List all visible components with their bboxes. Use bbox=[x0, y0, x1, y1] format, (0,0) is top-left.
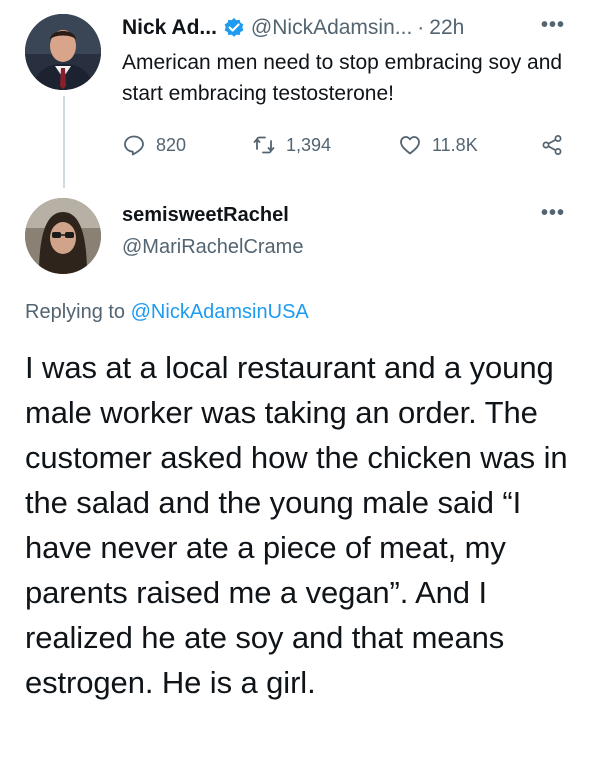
tweet2-more-options-icon[interactable]: ••• bbox=[541, 202, 565, 225]
replying-to-prefix: Replying to bbox=[25, 301, 126, 323]
reply-button[interactable]: 820 bbox=[122, 130, 186, 160]
share-icon bbox=[542, 135, 562, 155]
tweet1-more-options-icon[interactable]: ••• bbox=[541, 14, 565, 37]
tweet2-author-name[interactable]: semisweetRachel bbox=[122, 204, 289, 227]
heart-icon bbox=[400, 136, 420, 155]
avatar-portrait-image bbox=[25, 198, 101, 274]
avatar-nick[interactable] bbox=[25, 14, 101, 90]
tweet1-action-bar: 820 1,394 11.8K bbox=[122, 130, 572, 160]
retweet-icon bbox=[253, 136, 275, 154]
replying-to-line: Replying to @NickAdamsinUSA bbox=[25, 301, 309, 324]
retweet-count: 1,394 bbox=[286, 134, 332, 155]
tweet1-separator: · bbox=[417, 16, 425, 39]
verified-badge-icon bbox=[223, 17, 245, 39]
like-button[interactable]: 11.8K bbox=[398, 130, 478, 160]
like-count: 11.8K bbox=[432, 134, 478, 155]
thread-connector-line bbox=[63, 96, 65, 188]
tweet-original: Nick Ad... @NickAdamsin... · 22h ••• Ame… bbox=[0, 0, 599, 200]
tweet1-text: American men need to stop embracing soy … bbox=[122, 51, 563, 105]
retweet-button[interactable]: 1,394 bbox=[252, 130, 331, 160]
replying-to-mention-link[interactable]: @NickAdamsinUSA bbox=[131, 301, 309, 323]
tweet1-author-name[interactable]: Nick Ad... bbox=[122, 16, 217, 40]
tweet2-text: I was at a local restaurant and a young … bbox=[25, 350, 568, 700]
tweet2-handle[interactable]: @MariRachelCrame bbox=[122, 236, 303, 259]
avatar-portrait-image bbox=[25, 14, 101, 90]
tweet1-timestamp[interactable]: 22h bbox=[429, 16, 464, 40]
tweet1-header: Nick Ad... @NickAdamsin... · 22h bbox=[122, 14, 464, 42]
reply-icon bbox=[124, 135, 144, 156]
share-button[interactable] bbox=[540, 130, 574, 160]
reply-count: 820 bbox=[156, 134, 187, 155]
tweet1-handle[interactable]: @NickAdamsin... bbox=[251, 16, 412, 40]
avatar-rachel[interactable] bbox=[25, 198, 101, 274]
